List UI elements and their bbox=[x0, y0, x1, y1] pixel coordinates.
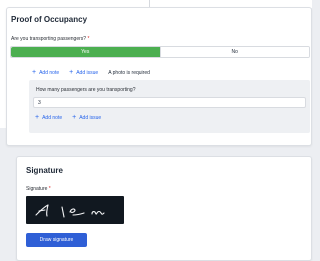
plus-icon: + bbox=[32, 69, 37, 76]
add-note-button[interactable]: + Add note bbox=[32, 69, 59, 76]
plus-icon: + bbox=[69, 69, 74, 76]
add-issue-button[interactable]: + Add issue bbox=[72, 114, 101, 121]
add-note-label: Add note bbox=[39, 69, 60, 76]
add-note-label: Add note bbox=[42, 114, 63, 121]
passenger-count-subquestion: How many passengers are you transporting… bbox=[29, 80, 310, 133]
add-note-button[interactable]: + Add note bbox=[35, 114, 62, 121]
signature-image bbox=[26, 196, 124, 224]
question-text: Are you transporting passengers? bbox=[11, 36, 87, 42]
passengers-question-label: Are you transporting passengers? * bbox=[11, 36, 89, 42]
signature-label-text: Signature bbox=[26, 186, 48, 192]
add-issue-button[interactable]: + Add issue bbox=[69, 69, 98, 76]
question-actions: + Add note + Add issue A photo is requir… bbox=[32, 69, 150, 76]
no-option-button[interactable]: No bbox=[159, 47, 309, 57]
draw-signature-button[interactable]: Draw signature bbox=[26, 233, 87, 247]
passenger-count-input[interactable]: 3 bbox=[33, 97, 306, 108]
photo-required-notice: A photo is required bbox=[108, 69, 150, 76]
subquestion-actions: + Add note + Add issue bbox=[35, 114, 101, 121]
required-marker: * bbox=[87, 36, 90, 42]
yes-no-toggle: Yes No bbox=[10, 46, 310, 58]
add-issue-label: Add issue bbox=[79, 114, 102, 121]
signature-card: Signature Signature * Draw signature bbox=[16, 156, 312, 261]
add-issue-label: Add issue bbox=[76, 69, 99, 76]
yes-option-button[interactable]: Yes bbox=[11, 47, 160, 57]
passenger-count-label: How many passengers are you transporting… bbox=[36, 87, 136, 93]
plus-icon: + bbox=[72, 114, 77, 121]
signature-field-label: Signature * bbox=[26, 186, 51, 192]
handwritten-signature bbox=[35, 204, 105, 218]
section-title: Signature bbox=[26, 166, 63, 175]
plus-icon: + bbox=[35, 114, 40, 121]
section-title: Proof of Occupancy bbox=[11, 15, 88, 24]
required-marker: * bbox=[48, 186, 51, 192]
